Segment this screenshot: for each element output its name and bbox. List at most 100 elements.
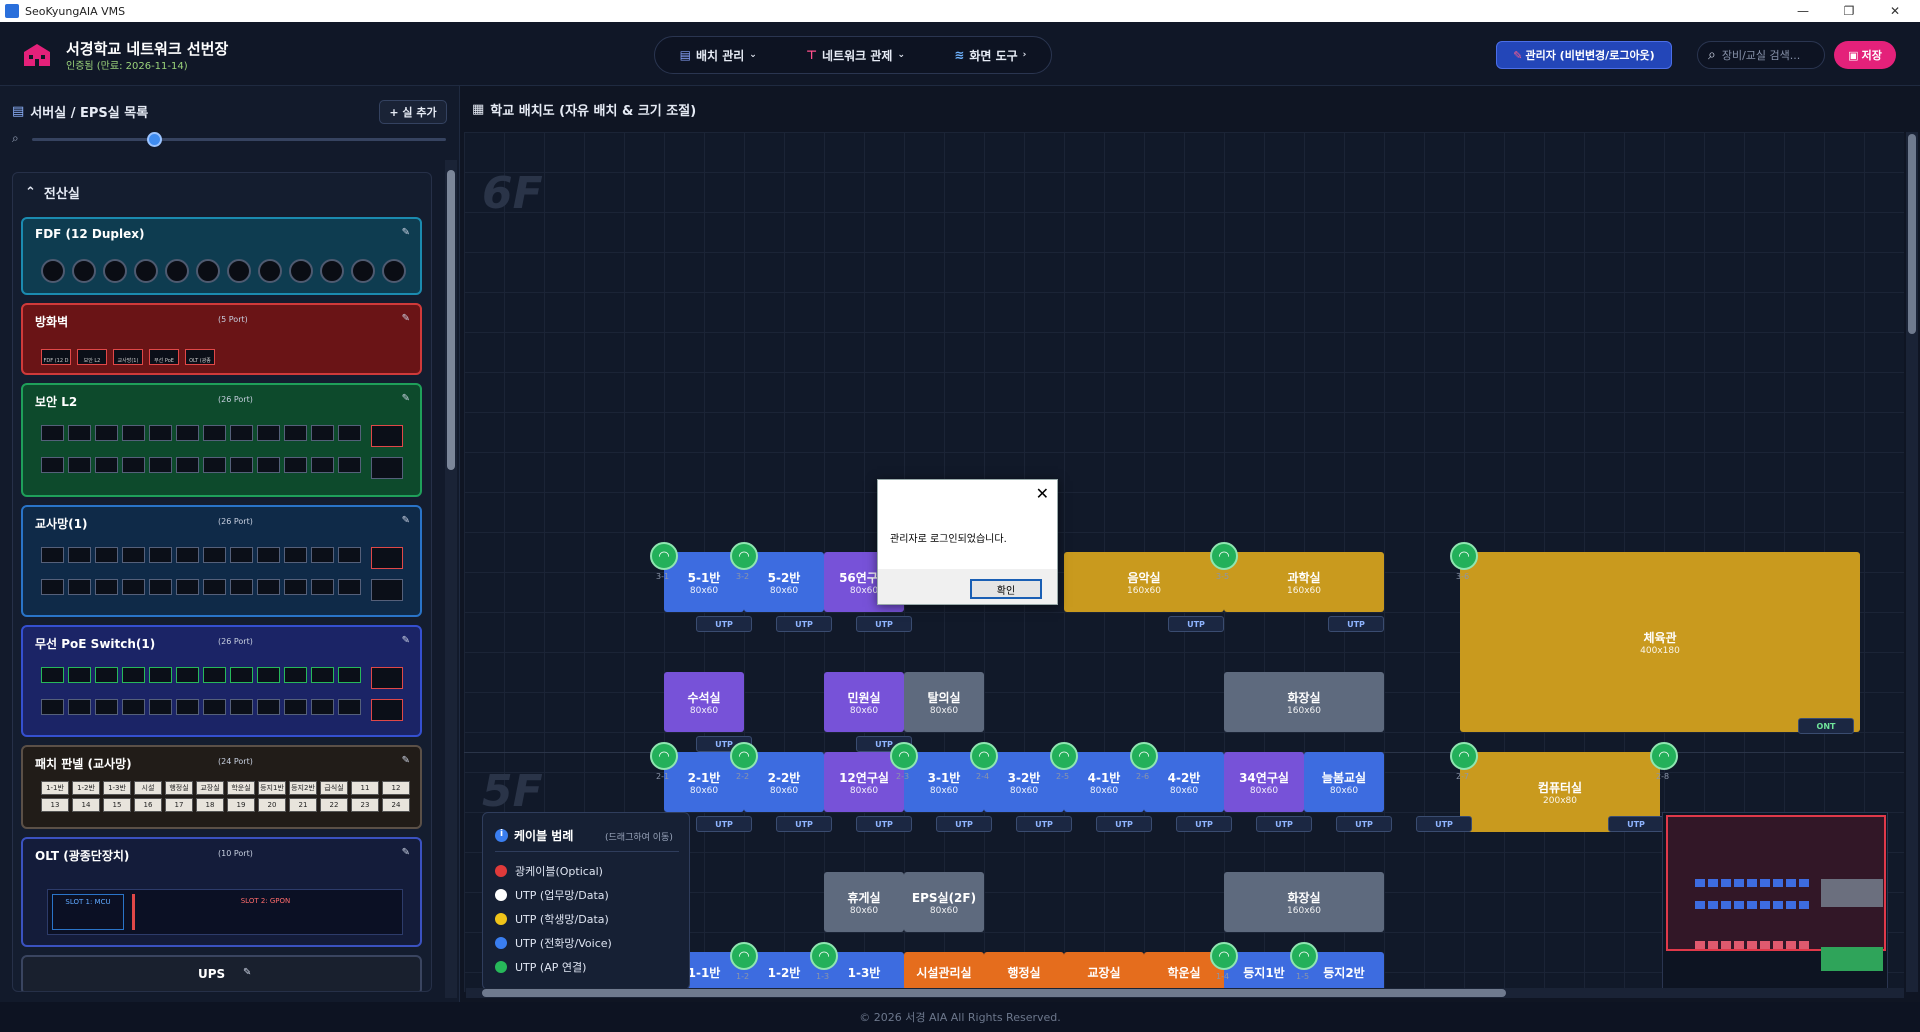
maximize-button[interactable]: ❐ xyxy=(1829,0,1869,22)
patch-port[interactable]: 등지2반 xyxy=(289,781,317,795)
patch-port[interactable]: 학운실 xyxy=(227,781,255,795)
device-patch-panel[interactable]: 패치 판넬 (교사망) (24 Port) ✎ 1-1반 1-2반 1-3반 시설 행정… xyxy=(21,745,422,829)
wifi-ap-icon[interactable]: ◠ xyxy=(650,742,678,770)
uplink-port[interactable] xyxy=(371,425,403,447)
wifi-ap-icon[interactable]: ◠ xyxy=(1210,942,1238,970)
canvas-vertical-scrollbar[interactable] xyxy=(1906,132,1918,992)
utp-tag[interactable]: UTP xyxy=(1256,816,1312,832)
zoom-slider-thumb[interactable] xyxy=(147,132,162,147)
patch-port[interactable]: 1-1반 xyxy=(41,781,69,795)
fdf-port[interactable] xyxy=(320,259,344,283)
patch-port[interactable]: 15 xyxy=(103,798,131,812)
patch-port[interactable]: 급식실 xyxy=(320,781,348,795)
switch-port[interactable] xyxy=(284,667,307,683)
room-tile[interactable]: EPS실(2F) 80x60 xyxy=(904,872,984,932)
wifi-ap-icon[interactable]: ◠ xyxy=(970,742,998,770)
wifi-ap-icon[interactable]: ◠ xyxy=(730,742,758,770)
uplink-port[interactable] xyxy=(371,579,403,601)
olt-slot-mcu[interactable]: SLOT 1: MCU xyxy=(52,894,124,930)
save-button[interactable]: ▣ 저장 xyxy=(1834,41,1896,69)
dialog-close-icon[interactable]: ✕ xyxy=(1036,484,1049,503)
switch-port[interactable] xyxy=(176,547,199,563)
switch-port[interactable] xyxy=(311,579,334,595)
switch-port[interactable] xyxy=(41,579,64,595)
switch-port[interactable] xyxy=(68,699,91,715)
switch-port[interactable] xyxy=(176,699,199,715)
switch-port[interactable] xyxy=(257,457,280,473)
utp-tag[interactable]: UTP xyxy=(856,616,912,632)
patch-port[interactable]: 23 xyxy=(351,798,379,812)
switch-port[interactable] xyxy=(176,579,199,595)
switch-port[interactable] xyxy=(257,699,280,715)
patch-port[interactable]: 16 xyxy=(134,798,162,812)
switch-port[interactable] xyxy=(68,579,91,595)
utp-tag[interactable]: UTP xyxy=(1608,816,1664,832)
wifi-ap-icon[interactable]: ◠ xyxy=(730,942,758,970)
switch-port[interactable] xyxy=(203,699,226,715)
switch-port[interactable] xyxy=(95,579,118,595)
room-tile[interactable]: 행정실 xyxy=(984,952,1064,992)
close-window-button[interactable]: ✕ xyxy=(1875,0,1915,22)
switch-port[interactable] xyxy=(284,425,307,441)
patch-port[interactable]: 22 xyxy=(320,798,348,812)
minimize-button[interactable]: — xyxy=(1783,0,1823,22)
switch-port[interactable] xyxy=(149,425,172,441)
nav-layout-menu[interactable]: ▤ 배치 관리 ⌄ xyxy=(680,47,757,64)
edit-icon[interactable]: ✎ xyxy=(402,313,410,324)
switch-port[interactable] xyxy=(257,547,280,563)
switch-port[interactable] xyxy=(95,699,118,715)
switch-port[interactable] xyxy=(68,667,91,683)
patch-port[interactable]: 교장실 xyxy=(196,781,224,795)
switch-port[interactable] xyxy=(122,547,145,563)
firewall-port[interactable]: 무선 PoE xyxy=(149,349,179,365)
scroll-thumb[interactable] xyxy=(1908,134,1916,334)
device-teacher-switch[interactable]: 교사망(1) (26 Port) ✎ xyxy=(21,505,422,617)
room-tile[interactable]: 과학실 160x60 xyxy=(1224,552,1384,612)
wifi-ap-icon[interactable]: ◠ xyxy=(1290,942,1318,970)
wifi-ap-icon[interactable]: ◠ xyxy=(1450,542,1478,570)
switch-port[interactable] xyxy=(230,425,253,441)
switch-port[interactable] xyxy=(257,667,280,683)
wifi-ap-icon[interactable]: ◠ xyxy=(1650,742,1678,770)
utp-tag[interactable]: UTP xyxy=(776,816,832,832)
dialog-ok-button[interactable]: 확인 xyxy=(970,579,1042,599)
switch-port[interactable] xyxy=(338,699,361,715)
add-room-button[interactable]: + 실 추가 xyxy=(379,100,447,124)
room-tile[interactable]: 체육관 400x180 xyxy=(1460,552,1860,732)
switch-port[interactable] xyxy=(68,457,91,473)
switch-port[interactable] xyxy=(338,425,361,441)
edit-icon[interactable]: ✎ xyxy=(402,635,410,646)
utp-tag[interactable]: UTP xyxy=(776,616,832,632)
patch-port[interactable]: 12 xyxy=(382,781,410,795)
room-tile[interactable]: 시설관리실 xyxy=(904,952,984,992)
room-tile[interactable]: 탈의실 80x60 xyxy=(904,672,984,732)
switch-port[interactable] xyxy=(311,457,334,473)
switch-port[interactable] xyxy=(41,547,64,563)
zoom-slider[interactable] xyxy=(32,138,446,141)
fdf-port[interactable] xyxy=(103,259,127,283)
wifi-ap-icon[interactable]: ◠ xyxy=(1210,542,1238,570)
switch-port[interactable] xyxy=(257,579,280,595)
switch-port[interactable] xyxy=(122,667,145,683)
olt-slot-gpon[interactable]: SLOT 2: GPON xyxy=(132,894,396,930)
device-wireless-poe-switch[interactable]: 무선 PoE Switch(1) (26 Port) ✎ xyxy=(21,625,422,737)
switch-port[interactable] xyxy=(338,579,361,595)
switch-port[interactable] xyxy=(284,457,307,473)
utp-tag[interactable]: UTP xyxy=(1176,816,1232,832)
wifi-ap-icon[interactable]: ◠ xyxy=(730,542,758,570)
wifi-ap-icon[interactable]: ◠ xyxy=(1450,742,1478,770)
utp-tag[interactable]: UTP xyxy=(856,816,912,832)
fdf-port[interactable] xyxy=(72,259,96,283)
utp-tag[interactable]: UTP xyxy=(696,816,752,832)
edit-icon[interactable]: ✎ xyxy=(402,393,410,404)
switch-port[interactable] xyxy=(149,667,172,683)
edit-icon[interactable]: ✎ xyxy=(402,755,410,766)
room-tile[interactable]: 화장실 160x60 xyxy=(1224,872,1384,932)
uplink-port[interactable] xyxy=(371,699,403,721)
scroll-thumb[interactable] xyxy=(482,989,1506,997)
switch-port[interactable] xyxy=(230,579,253,595)
fdf-port[interactable] xyxy=(289,259,313,283)
firewall-port[interactable]: 교사망(1) xyxy=(113,349,143,365)
fdf-port[interactable] xyxy=(41,259,65,283)
edit-icon[interactable]: ✎ xyxy=(402,227,410,238)
